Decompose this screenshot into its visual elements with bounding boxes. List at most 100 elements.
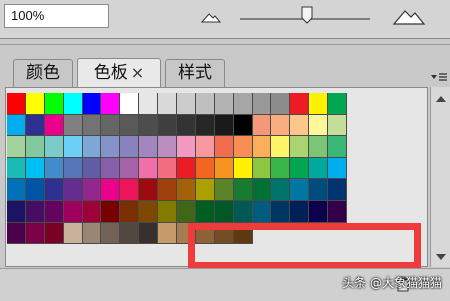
- color-swatch[interactable]: [44, 200, 64, 223]
- color-swatch[interactable]: [139, 200, 159, 223]
- color-swatch[interactable]: [139, 157, 159, 180]
- color-swatch[interactable]: [328, 157, 348, 180]
- color-swatch[interactable]: [195, 157, 215, 180]
- color-swatch[interactable]: [158, 157, 178, 180]
- scroll-down-arrow-icon[interactable]: [436, 254, 446, 260]
- color-swatch[interactable]: [82, 114, 102, 137]
- color-swatch[interactable]: [120, 93, 140, 115]
- color-swatch[interactable]: [328, 93, 348, 115]
- color-swatch[interactable]: [195, 114, 215, 137]
- color-swatch[interactable]: [328, 114, 348, 137]
- color-swatch[interactable]: [25, 93, 45, 115]
- color-swatch[interactable]: [139, 93, 159, 115]
- color-swatch[interactable]: [214, 136, 234, 158]
- tab-color[interactable]: 颜色: [13, 59, 73, 87]
- color-swatch[interactable]: [7, 114, 26, 137]
- color-swatch[interactable]: [290, 114, 310, 137]
- color-swatch[interactable]: [63, 136, 83, 158]
- color-swatch[interactable]: [214, 114, 234, 137]
- color-swatch[interactable]: [120, 136, 140, 158]
- color-swatch[interactable]: [214, 200, 234, 223]
- color-swatch[interactable]: [252, 179, 272, 201]
- color-swatch[interactable]: [252, 157, 272, 180]
- color-swatch[interactable]: [7, 157, 26, 180]
- color-swatch[interactable]: [177, 93, 196, 115]
- color-swatch[interactable]: [177, 114, 196, 137]
- color-swatch[interactable]: [195, 136, 215, 158]
- color-swatch[interactable]: [139, 136, 159, 158]
- color-swatch[interactable]: [7, 222, 26, 245]
- color-swatch[interactable]: [44, 114, 64, 137]
- color-swatch[interactable]: [290, 136, 310, 158]
- color-swatch[interactable]: [25, 222, 45, 245]
- color-swatch[interactable]: [25, 179, 45, 201]
- color-swatch[interactable]: [63, 114, 83, 137]
- color-swatch[interactable]: [177, 200, 196, 223]
- color-swatch[interactable]: [195, 179, 215, 201]
- color-swatch[interactable]: [25, 157, 45, 180]
- color-swatch[interactable]: [214, 179, 234, 201]
- color-swatch[interactable]: [233, 157, 253, 180]
- color-swatch[interactable]: [120, 222, 140, 245]
- color-swatch[interactable]: [82, 157, 102, 180]
- color-swatch[interactable]: [63, 222, 83, 245]
- color-swatch[interactable]: [158, 93, 178, 115]
- color-swatch[interactable]: [44, 93, 64, 115]
- zoom-slider-thumb[interactable]: [301, 6, 313, 24]
- color-swatch[interactable]: [233, 179, 253, 201]
- color-swatch[interactable]: [158, 136, 178, 158]
- color-swatch[interactable]: [82, 200, 102, 223]
- color-swatch[interactable]: [271, 114, 291, 137]
- panel-menu-icon[interactable]: [428, 70, 448, 86]
- color-swatch[interactable]: [271, 136, 291, 158]
- color-swatch[interactable]: [252, 93, 272, 115]
- color-swatch[interactable]: [120, 179, 140, 201]
- color-swatch[interactable]: [328, 136, 348, 158]
- color-swatch[interactable]: [158, 222, 178, 245]
- color-swatch[interactable]: [101, 93, 121, 115]
- color-swatch[interactable]: [309, 136, 329, 158]
- close-icon[interactable]: ×: [131, 63, 144, 82]
- color-swatch[interactable]: [158, 114, 178, 137]
- color-swatch[interactable]: [195, 200, 215, 223]
- color-swatch[interactable]: [214, 93, 234, 115]
- color-swatch[interactable]: [271, 179, 291, 201]
- color-swatch[interactable]: [101, 179, 121, 201]
- color-swatch[interactable]: [101, 157, 121, 180]
- color-swatch[interactable]: [309, 114, 329, 137]
- scroll-up-arrow-icon[interactable]: [436, 96, 446, 102]
- color-swatch[interactable]: [82, 222, 102, 245]
- color-swatch[interactable]: [25, 136, 45, 158]
- color-swatch[interactable]: [328, 200, 348, 223]
- color-swatch[interactable]: [233, 93, 253, 115]
- color-swatch[interactable]: [233, 200, 253, 223]
- color-swatch[interactable]: [101, 114, 121, 137]
- large-mountain-icon[interactable]: [392, 6, 426, 26]
- color-swatch[interactable]: [290, 200, 310, 223]
- color-swatch[interactable]: [7, 93, 26, 115]
- color-swatch[interactable]: [44, 222, 64, 245]
- color-swatch[interactable]: [82, 179, 102, 201]
- color-swatch[interactable]: [44, 179, 64, 201]
- color-swatch[interactable]: [328, 179, 348, 201]
- zoom-input[interactable]: 100%: [4, 4, 109, 28]
- color-swatch[interactable]: [271, 157, 291, 180]
- vertical-scrollbar[interactable]: [430, 87, 450, 267]
- color-swatch[interactable]: [101, 222, 121, 245]
- color-swatch[interactable]: [177, 179, 196, 201]
- color-swatch[interactable]: [233, 114, 253, 137]
- color-swatch[interactable]: [7, 179, 26, 201]
- color-swatch[interactable]: [120, 114, 140, 137]
- color-swatch[interactable]: [101, 200, 121, 223]
- color-swatch[interactable]: [7, 136, 26, 158]
- color-swatch[interactable]: [63, 93, 83, 115]
- color-swatch[interactable]: [44, 136, 64, 158]
- color-swatch[interactable]: [271, 200, 291, 223]
- color-swatch[interactable]: [309, 93, 329, 115]
- color-swatch[interactable]: [44, 157, 64, 180]
- color-swatch[interactable]: [214, 157, 234, 180]
- color-swatch[interactable]: [120, 157, 140, 180]
- color-swatch[interactable]: [63, 157, 83, 180]
- color-swatch[interactable]: [177, 136, 196, 158]
- tab-styles[interactable]: 样式: [165, 59, 225, 87]
